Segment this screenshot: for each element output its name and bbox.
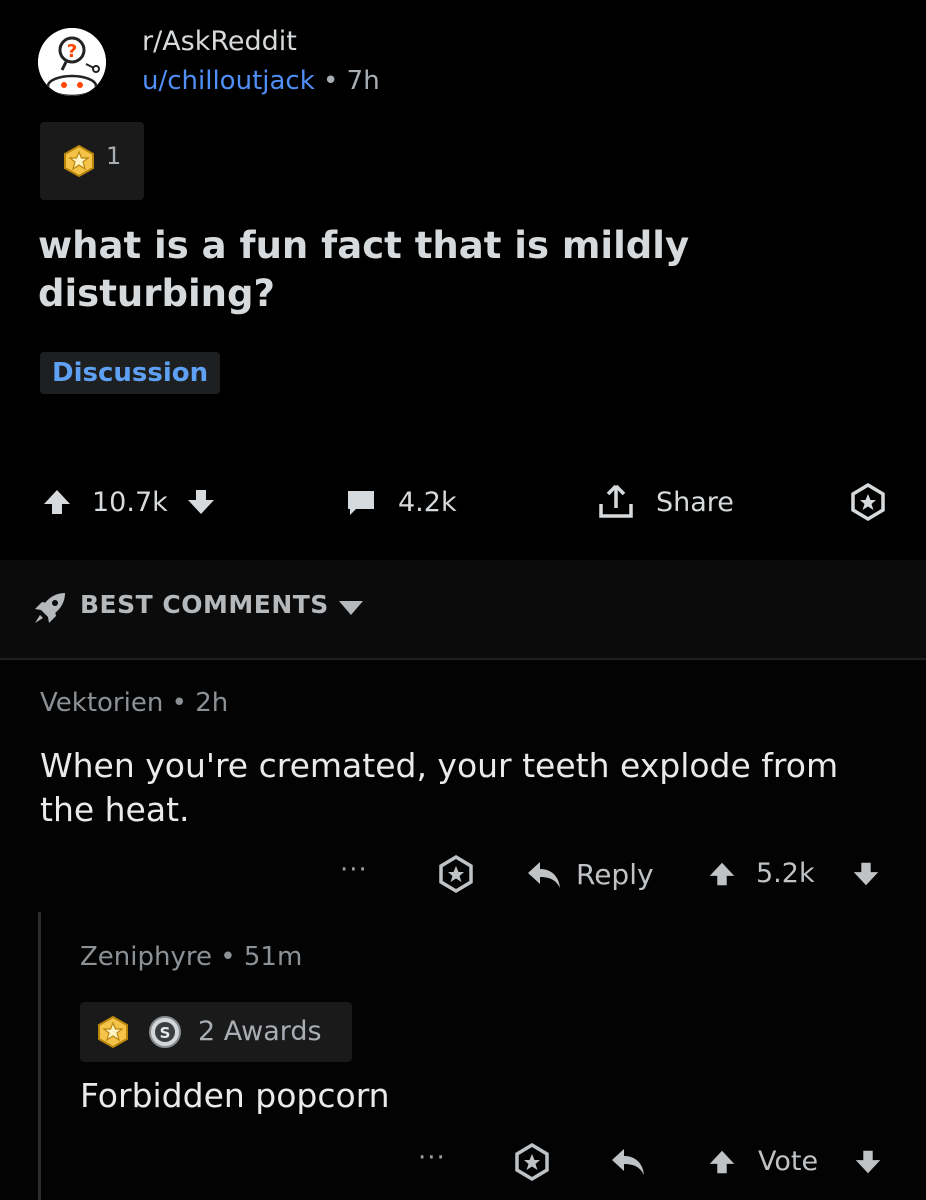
award-outline-icon — [848, 482, 888, 522]
comment-action-bar: ··· Vote — [418, 1134, 908, 1190]
downvote-arrow-icon[interactable] — [184, 485, 218, 519]
comment-sort-bar[interactable]: BEST COMMENTS — [0, 560, 926, 660]
comment-score: 5.2k — [756, 858, 815, 889]
comment-age: 2h — [195, 688, 229, 718]
comment-action-bar: ··· Reply 5.2k — [340, 846, 900, 902]
share-button[interactable]: Share — [596, 470, 734, 534]
post-age: 7h — [346, 66, 380, 96]
rocket-icon — [32, 590, 68, 626]
award-medal-icon — [96, 1015, 130, 1049]
upvote-arrow-icon[interactable] — [40, 485, 74, 519]
post-card: ? r/AskReddit u/chilloutjack • 7h 1 what… — [0, 0, 926, 560]
chevron-down-icon — [338, 600, 364, 616]
reply-label: Reply — [576, 858, 654, 891]
comment-author[interactable]: Zeniphyre — [80, 942, 212, 972]
comment-meta: Zeniphyre • 51m — [80, 942, 302, 972]
share-upload-icon — [596, 482, 636, 522]
comment-age: 51m — [243, 942, 303, 972]
separator-dot: • — [323, 66, 347, 96]
more-options-icon[interactable]: ··· — [340, 846, 368, 894]
comment-bubble-icon — [344, 485, 378, 519]
post-byline: u/chilloutjack • 7h — [142, 66, 380, 96]
subreddit-avatar-icon[interactable]: ? — [38, 28, 106, 96]
post-action-bar: 10.7k 4.2k Share — [0, 470, 926, 534]
downvote-arrow-icon[interactable] — [850, 858, 882, 890]
more-options-icon[interactable]: ··· — [418, 1134, 446, 1182]
comment-meta: Vektorien • 2h — [40, 688, 228, 718]
subreddit-name[interactable]: r/AskReddit — [142, 26, 297, 57]
sort-label: BEST COMMENTS — [80, 590, 329, 619]
award-count: 1 — [106, 142, 122, 170]
give-award-button[interactable] — [848, 470, 888, 534]
reply-arrow-icon — [526, 859, 562, 891]
downvote-arrow-icon[interactable] — [852, 1146, 884, 1178]
awards-chip[interactable]: S 2 Awards — [80, 1002, 352, 1062]
separator-dot: • — [220, 942, 244, 972]
reply-arrow-icon[interactable] — [610, 1146, 646, 1178]
share-label: Share — [656, 486, 734, 518]
award-outline-icon[interactable] — [512, 1142, 552, 1182]
reply-button[interactable]: Reply — [526, 858, 654, 891]
silver-award-icon: S — [148, 1015, 182, 1049]
svg-text:?: ? — [67, 41, 77, 62]
comment-author[interactable]: Vektorien — [40, 688, 163, 718]
post-title[interactable]: what is a fun fact that is mildly distur… — [38, 222, 898, 318]
comment-body: When you're cremated, your teeth explode… — [40, 746, 839, 829]
thread-collapse-line[interactable] — [38, 912, 41, 1200]
post-flair[interactable]: Discussion — [40, 352, 221, 394]
post-score: 10.7k — [92, 486, 168, 518]
awards-count: 2 Awards — [198, 1016, 322, 1047]
upvote-arrow-icon[interactable] — [706, 858, 738, 890]
award-medal-icon — [62, 144, 96, 178]
comment-body: Forbidden popcorn — [80, 1076, 390, 1115]
award-chip[interactable]: 1 — [40, 122, 144, 200]
svg-text:S: S — [160, 1024, 171, 1042]
post-vote-group: 10.7k — [40, 470, 218, 534]
author-link[interactable]: u/chilloutjack — [142, 66, 315, 96]
separator-dot: • — [171, 688, 196, 718]
comment-count: 4.2k — [398, 486, 457, 518]
award-outline-icon[interactable] — [436, 854, 476, 894]
comments-button[interactable]: 4.2k — [344, 470, 457, 534]
vote-label: Vote — [758, 1146, 819, 1177]
upvote-arrow-icon[interactable] — [706, 1146, 738, 1178]
